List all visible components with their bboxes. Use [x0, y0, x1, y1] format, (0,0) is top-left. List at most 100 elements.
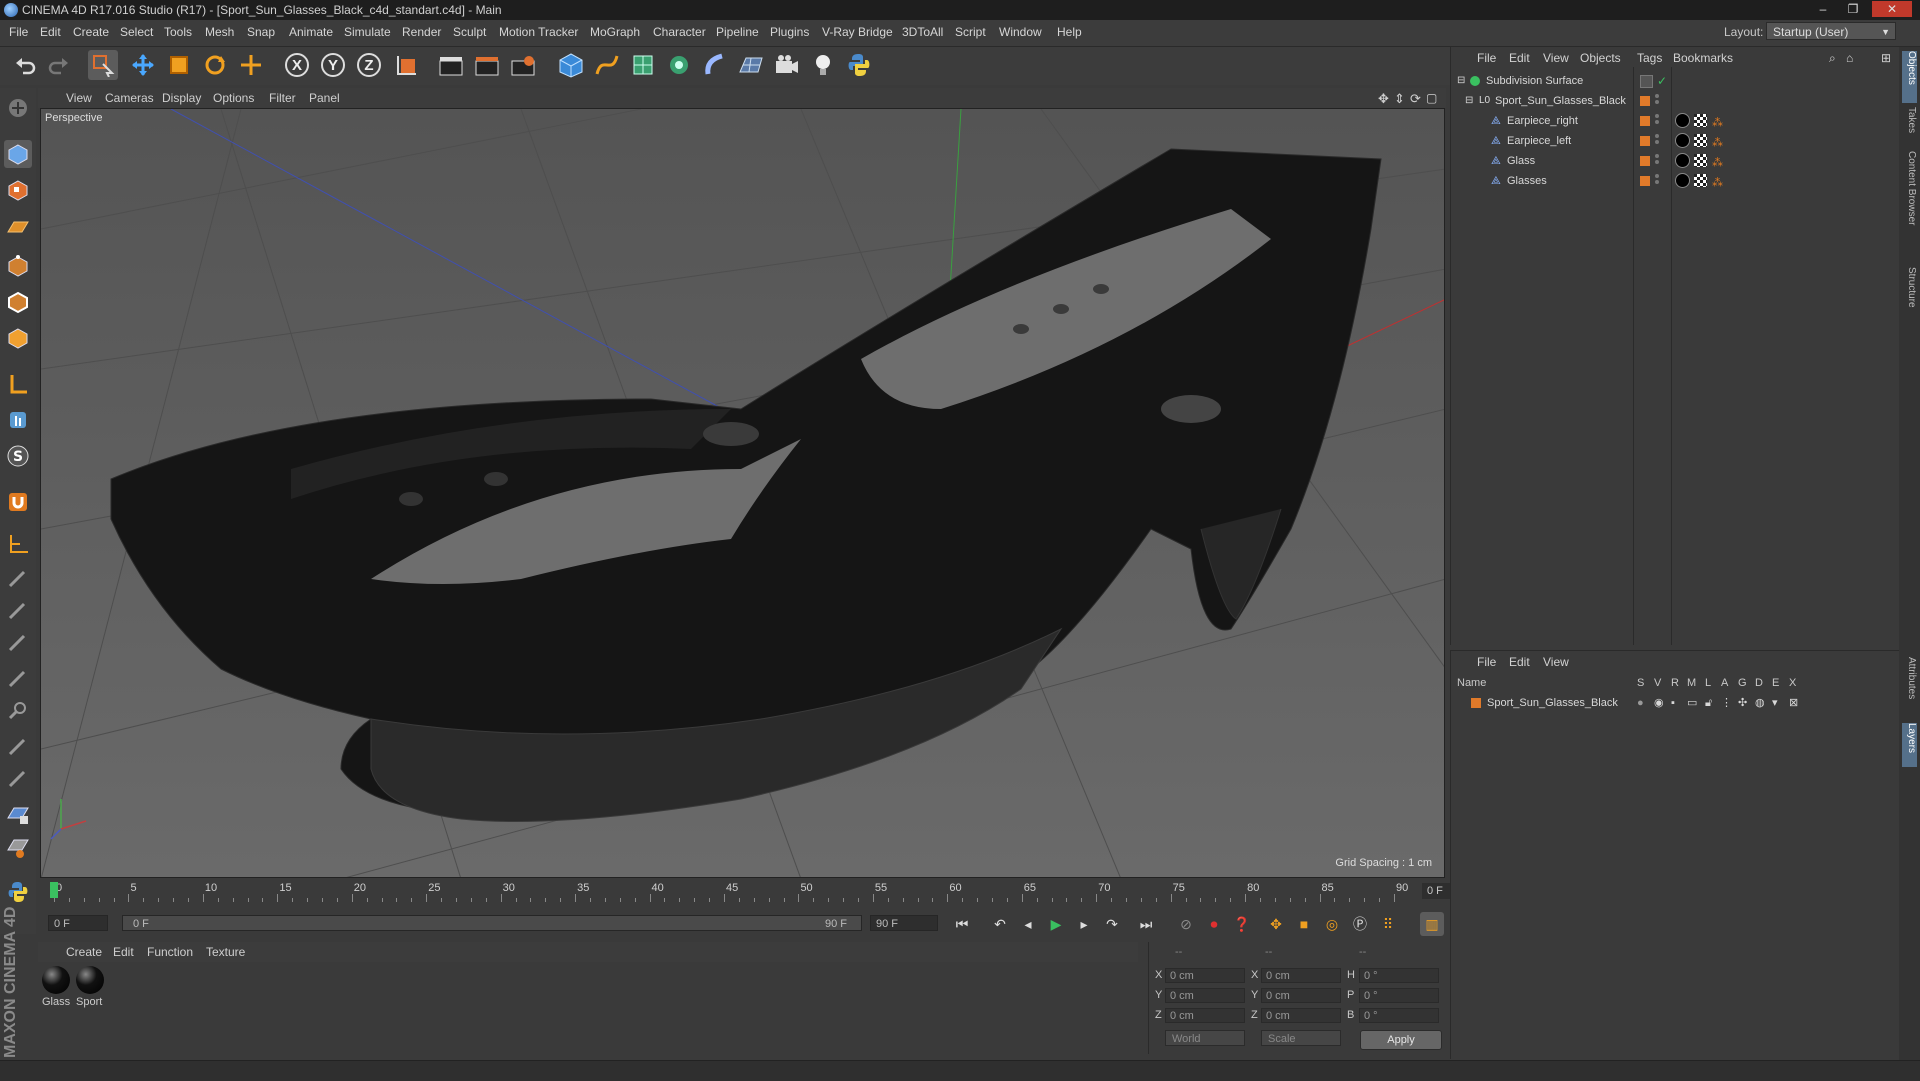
- sculpt-brush-2-button[interactable]: [4, 596, 32, 624]
- key-scale-button[interactable]: ■: [1292, 912, 1316, 936]
- frame-range-slider[interactable]: 0 F 90 F: [122, 915, 862, 931]
- autokey-button[interactable]: ❓: [1230, 912, 1254, 936]
- cube-object-button[interactable]: [556, 50, 586, 80]
- render-to-picture-viewer-button[interactable]: [472, 50, 502, 80]
- rotate-tool-button[interactable]: [200, 50, 230, 80]
- viewport-menu-view[interactable]: View: [66, 91, 92, 105]
- live-selection-button[interactable]: [88, 50, 118, 80]
- edges-mode-button[interactable]: [4, 288, 32, 316]
- object-menu-objects[interactable]: Objects: [1580, 51, 1621, 65]
- x-axis-lock-button[interactable]: X: [282, 50, 312, 80]
- object-menu-edit[interactable]: Edit: [1509, 51, 1530, 65]
- go-to-end-button[interactable]: ⏭: [1134, 912, 1158, 936]
- menu-file[interactable]: File: [9, 25, 28, 39]
- menu-snap[interactable]: Snap: [247, 25, 275, 39]
- viewport-menu-options[interactable]: Options: [213, 91, 254, 105]
- grid-lock-button[interactable]: [4, 800, 32, 828]
- menu-motion-tracker[interactable]: Motion Tracker: [499, 25, 578, 39]
- redo-button[interactable]: [44, 50, 74, 80]
- maximize-button[interactable]: ❐: [1840, 1, 1866, 17]
- previous-frame-button[interactable]: ◂: [1016, 912, 1040, 936]
- key-pla-button[interactable]: ⠿: [1376, 912, 1400, 936]
- deformer-button[interactable]: [700, 50, 730, 80]
- quantize-button[interactable]: [4, 530, 32, 558]
- floor-object-button[interactable]: [736, 50, 766, 80]
- menu-script[interactable]: Script: [955, 25, 986, 39]
- next-key-button[interactable]: ↷: [1100, 912, 1124, 936]
- material-tag-icon[interactable]: [1675, 133, 1690, 148]
- layer-menu-view[interactable]: View: [1543, 655, 1569, 669]
- python-script-button[interactable]: [844, 50, 874, 80]
- current-frame-field[interactable]: 0 F: [48, 915, 108, 931]
- menu-3dtoall[interactable]: 3DToAll: [902, 25, 943, 39]
- selection-tag-icon[interactable]: ⁂: [1712, 113, 1726, 129]
- viewport-menu-cameras[interactable]: Cameras: [105, 91, 154, 105]
- menu-window[interactable]: Window: [999, 25, 1042, 39]
- object-menu-file[interactable]: File: [1477, 51, 1496, 65]
- tweak-mode-button[interactable]: [4, 406, 32, 434]
- layer-render-icon[interactable]: ▪: [1671, 693, 1675, 713]
- layout-dropdown[interactable]: Startup (User) ▼: [1766, 22, 1896, 40]
- record-button[interactable]: ⏺: [1202, 912, 1226, 936]
- layer-menu-file[interactable]: File: [1477, 655, 1496, 669]
- visibility-dots-icon[interactable]: [1655, 174, 1661, 188]
- sculpt-brush-4-button[interactable]: [4, 664, 32, 692]
- pos-z-field[interactable]: 0 cm: [1165, 1008, 1245, 1023]
- menu-help[interactable]: Help: [1057, 25, 1082, 39]
- spline-pen-button[interactable]: [592, 50, 622, 80]
- render-settings-button[interactable]: [508, 50, 538, 80]
- menu-pipeline[interactable]: Pipeline: [716, 25, 759, 39]
- key-rotation-button[interactable]: ◎: [1320, 912, 1344, 936]
- rot-h-field[interactable]: 0 °: [1359, 968, 1439, 983]
- sculpt-brush-1-button[interactable]: [4, 564, 32, 592]
- material-menu-create[interactable]: Create: [66, 945, 102, 959]
- layer-deformer-icon[interactable]: ◍: [1755, 693, 1765, 713]
- timeline-ruler[interactable]: 0 5 10 15 20 25 30 35 40 45 50 55 60 65 70 75 80 85 90 0 F: [40, 880, 1484, 902]
- size-y-field[interactable]: 0 cm: [1261, 988, 1341, 1003]
- transform-tool-button[interactable]: [236, 50, 266, 80]
- coordinate-mode-dropdown[interactable]: World: [1165, 1030, 1245, 1046]
- model-mode-button[interactable]: [4, 140, 32, 168]
- material-menu-function[interactable]: Function: [147, 945, 193, 959]
- layer-generator-icon[interactable]: ✣: [1738, 693, 1747, 713]
- apply-button[interactable]: Apply: [1360, 1030, 1442, 1050]
- menu-character[interactable]: Character: [653, 25, 706, 39]
- enabled-check-icon[interactable]: ✓: [1657, 71, 1667, 91]
- layer-animation-icon[interactable]: ⋮: [1721, 693, 1732, 713]
- new-panel-icon[interactable]: ⊞: [1881, 51, 1891, 65]
- tab-objects[interactable]: Objects: [1902, 51, 1917, 103]
- menu-plugins[interactable]: Plugins: [770, 25, 809, 39]
- material-tag-icon[interactable]: [1675, 173, 1690, 188]
- menu-render[interactable]: Render: [402, 25, 441, 39]
- menu-select[interactable]: Select: [120, 25, 153, 39]
- close-button[interactable]: ✕: [1872, 1, 1912, 17]
- snapping-button[interactable]: S: [4, 442, 32, 470]
- home-icon[interactable]: ⌂: [1846, 51, 1853, 65]
- layer-expression-icon[interactable]: ▾: [1772, 693, 1778, 713]
- layer-xref-icon[interactable]: ⊠: [1789, 693, 1798, 713]
- material-menu-texture[interactable]: Texture: [206, 945, 245, 959]
- pos-x-field[interactable]: 0 cm: [1165, 968, 1245, 983]
- size-z-field[interactable]: 0 cm: [1261, 1008, 1341, 1023]
- key-position-button[interactable]: ✥: [1264, 912, 1288, 936]
- viewport-menu-panel[interactable]: Panel: [309, 91, 340, 105]
- visibility-dots-icon[interactable]: [1655, 154, 1661, 168]
- key-parameter-button[interactable]: Ⓟ: [1348, 912, 1372, 936]
- uvw-tag-icon[interactable]: [1694, 114, 1707, 127]
- array-generator-button[interactable]: [664, 50, 694, 80]
- transform-mode-dropdown[interactable]: Scale: [1261, 1030, 1341, 1046]
- max-frame-field[interactable]: 90 F: [870, 915, 938, 931]
- move-tool-button[interactable]: [128, 50, 158, 80]
- object-row-glass[interactable]: ⟁ Glass ⁂: [1451, 151, 1899, 171]
- material-menu-edit[interactable]: Edit: [113, 945, 134, 959]
- layer-view-eye-icon[interactable]: ◉: [1654, 693, 1664, 713]
- points-mode-button[interactable]: [4, 252, 32, 280]
- uvw-tag-icon[interactable]: [1694, 174, 1707, 187]
- make-editable-button[interactable]: [4, 94, 32, 122]
- menu-vray-bridge[interactable]: V-Ray Bridge: [822, 25, 893, 39]
- light-object-button[interactable]: [808, 50, 838, 80]
- visibility-dots-icon[interactable]: [1655, 94, 1661, 108]
- playhead-marker[interactable]: [50, 882, 58, 898]
- subdivision-surface-button[interactable]: [628, 50, 658, 80]
- material-tag-icon[interactable]: [1675, 153, 1690, 168]
